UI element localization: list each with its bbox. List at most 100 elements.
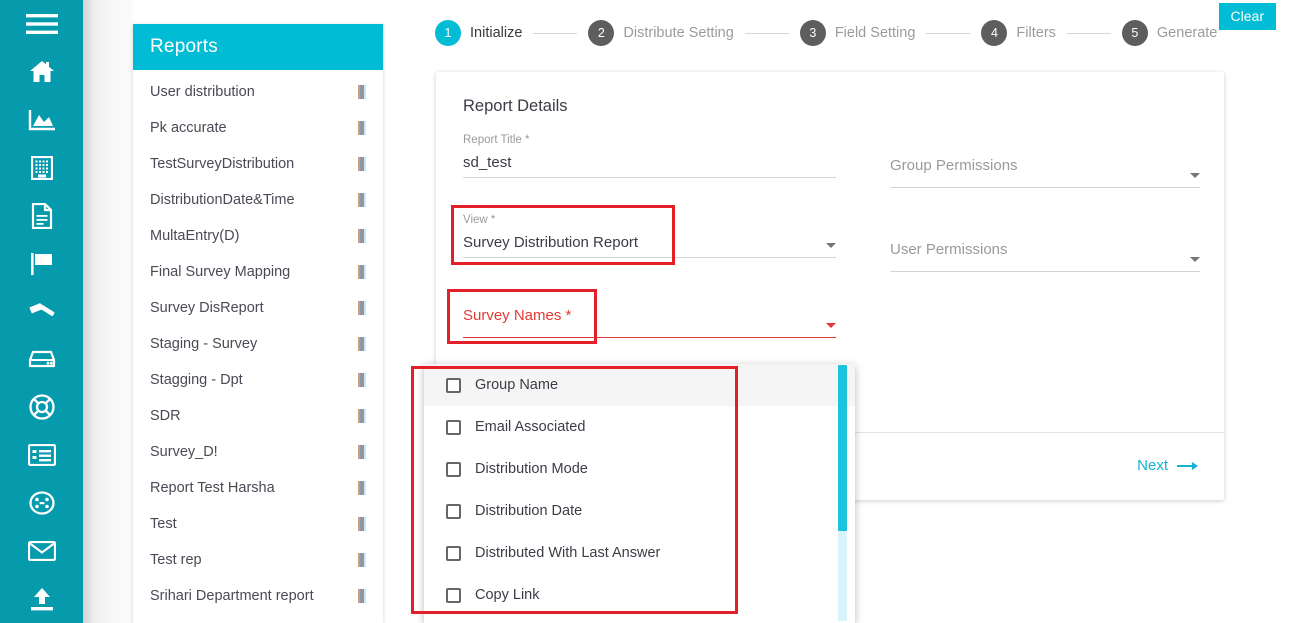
report-list-item[interactable]: User distribution <box>133 74 383 110</box>
report-list-item[interactable]: Test rep <box>133 542 383 578</box>
delete-report-icon[interactable] <box>358 373 366 387</box>
stepper-connector <box>1066 32 1111 34</box>
dropdown-scrollbar-thumb-lower[interactable] <box>838 531 847 621</box>
delete-report-icon[interactable] <box>358 517 366 531</box>
delete-report-icon[interactable] <box>358 337 366 351</box>
dropdown-scrollbar-thumb[interactable] <box>838 365 847 531</box>
app-root: Reports User distribution Pk accurate Test… <box>0 0 1289 623</box>
checkbox-icon[interactable] <box>446 545 461 561</box>
delete-report-icon[interactable] <box>358 85 366 99</box>
document-icon[interactable] <box>0 192 83 240</box>
arrow-right-icon <box>1177 461 1198 470</box>
stepper-step-number: 3 <box>799 20 826 46</box>
stepper-step[interactable]: 1 Initialize <box>435 20 522 46</box>
delete-report-icon[interactable] <box>358 121 366 135</box>
dropdown-option[interactable]: Distribution Mode <box>424 448 855 490</box>
delete-report-icon[interactable] <box>358 301 366 315</box>
lifebuoy-icon[interactable] <box>0 383 83 431</box>
clear-button[interactable]: Clear <box>1218 3 1276 30</box>
delete-report-icon[interactable] <box>358 157 366 171</box>
report-list-item[interactable]: SDR <box>133 398 383 434</box>
report-list-item[interactable]: Srihari Department report <box>133 578 383 614</box>
stepper-step-label: Generate <box>1156 25 1218 41</box>
building-icon[interactable] <box>0 144 83 192</box>
checkbox-icon[interactable] <box>446 377 461 393</box>
group-permissions-underline <box>890 187 1200 188</box>
report-list-item[interactable]: MultaEntry(D) <box>133 218 383 254</box>
checkbox-icon[interactable] <box>446 461 461 477</box>
stepper-step-label: Filters <box>1016 25 1056 41</box>
stepper-connector <box>926 32 971 34</box>
group-permissions-field[interactable]: Group Permissions <box>890 148 1200 188</box>
stepper-step[interactable]: 2 Distribute Setting <box>588 20 734 46</box>
stepper-step[interactable]: 5 Generate <box>1121 20 1218 46</box>
analytics-chart-icon[interactable] <box>0 96 83 144</box>
list-card-icon[interactable] <box>0 431 83 479</box>
report-list-item[interactable]: Survey DisReport <box>133 290 383 326</box>
hamburger-menu-icon[interactable] <box>0 0 83 48</box>
delete-report-icon[interactable] <box>358 409 366 423</box>
delete-report-icon[interactable] <box>358 193 366 207</box>
report-list-item[interactable]: TestSurveyDistribution <box>133 146 383 182</box>
survey-names-underline <box>463 337 836 338</box>
stepper-step[interactable]: 3 Field Setting <box>799 20 916 46</box>
report-list-item[interactable]: Final Survey Mapping <box>133 254 383 290</box>
report-list-item[interactable]: Staging - Survey <box>133 326 383 362</box>
dropdown-option[interactable]: Distributed With Last Answer <box>424 532 855 574</box>
report-title-input[interactable]: sd_test <box>463 152 836 174</box>
checkbox-icon[interactable] <box>446 419 461 435</box>
delete-report-icon[interactable] <box>358 481 366 495</box>
user-permissions-field[interactable]: User Permissions <box>890 232 1200 272</box>
delete-report-icon[interactable] <box>358 445 366 459</box>
report-item-label: Test <box>150 516 177 532</box>
dropdown-option-label: Group Name <box>475 377 559 393</box>
delete-report-icon[interactable] <box>358 229 366 243</box>
dropdown-option[interactable]: Email Associated <box>424 406 855 448</box>
report-item-label: User distribution <box>150 84 255 100</box>
view-field[interactable]: View * Survey Distribution Report <box>463 214 836 258</box>
dropdown-option-label: Distribution Date <box>475 503 583 519</box>
stepper-step-label: Field Setting <box>834 25 916 41</box>
survey-names-field[interactable]: Survey Names * <box>463 298 836 338</box>
chevron-down-icon[interactable] <box>1190 257 1200 262</box>
report-title-field[interactable]: Report Title * sd_test <box>463 134 836 178</box>
stepper-step-number: 4 <box>981 20 1008 46</box>
report-list-item[interactable]: DistributionDate&Time <box>133 182 383 218</box>
report-list-item[interactable]: Stagging - Dpt <box>133 362 383 398</box>
gavel-icon[interactable] <box>0 288 83 336</box>
home-icon[interactable] <box>0 48 83 96</box>
left-nav-rail <box>0 0 83 623</box>
delete-report-icon[interactable] <box>358 589 366 603</box>
chevron-down-icon[interactable] <box>826 243 836 248</box>
checkbox-icon[interactable] <box>446 587 461 603</box>
report-list-item[interactable]: Test <box>133 506 383 542</box>
envelope-icon[interactable] <box>0 527 83 575</box>
dropdown-option-label: Distribution Mode <box>475 461 588 477</box>
report-list-item[interactable]: Survey_D! <box>133 434 383 470</box>
chevron-down-icon[interactable] <box>826 323 836 328</box>
report-item-label: Test rep <box>150 552 202 568</box>
report-list-item[interactable]: Test <box>133 614 383 623</box>
card-title: Report Details <box>463 97 568 115</box>
report-item-label: SDR <box>150 408 181 424</box>
dropdown-option[interactable]: Group Name <box>424 364 855 406</box>
server-icon[interactable] <box>0 335 83 383</box>
report-list-item[interactable]: Pk accurate <box>133 110 383 146</box>
next-button[interactable]: Next <box>1137 457 1199 474</box>
dropdown-scrollbar[interactable] <box>838 364 847 623</box>
delete-report-icon[interactable] <box>358 265 366 279</box>
checkbox-icon[interactable] <box>446 503 461 519</box>
view-select-value[interactable]: Survey Distribution Report <box>463 232 836 254</box>
flag-icon[interactable] <box>0 240 83 288</box>
upload-icon[interactable] <box>0 575 83 623</box>
dropdown-option[interactable]: Distribution Date <box>424 490 855 532</box>
report-item-label: Pk accurate <box>150 120 227 136</box>
delete-report-icon[interactable] <box>358 553 366 567</box>
chevron-down-icon[interactable] <box>1190 173 1200 178</box>
steering-wheel-icon[interactable] <box>0 479 83 527</box>
view-underline <box>463 257 836 258</box>
stepper-step-number: 1 <box>435 20 461 46</box>
report-list-item[interactable]: Report Test Harsha <box>133 470 383 506</box>
stepper-step[interactable]: 4 Filters <box>981 20 1056 46</box>
dropdown-option[interactable]: Copy Link <box>424 574 855 616</box>
